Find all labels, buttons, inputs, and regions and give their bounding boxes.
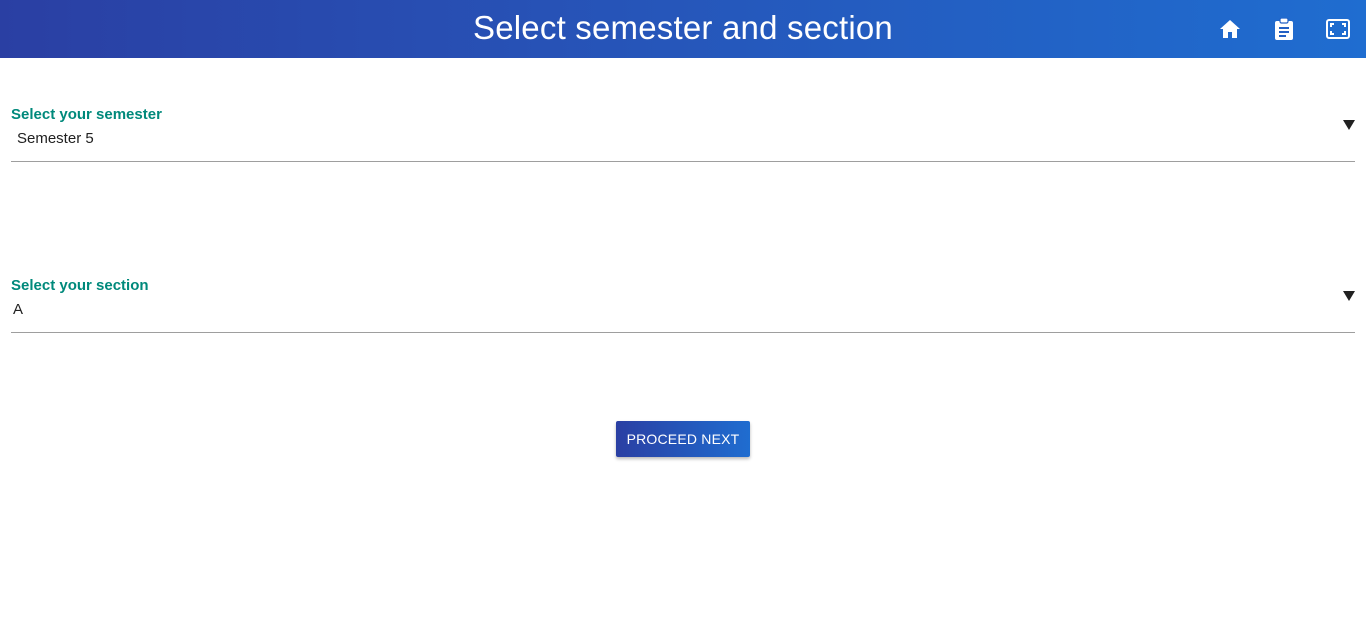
app-header: Select semester and section: [0, 0, 1366, 58]
section-select[interactable]: Select your section A: [11, 277, 1355, 333]
header-toolbar: [1188, 0, 1350, 58]
semester-select[interactable]: Select your semester Semester 5: [11, 106, 1355, 162]
fullscreen-icon[interactable]: [1326, 17, 1350, 41]
chevron-down-icon[interactable]: [1342, 118, 1356, 132]
clipboard-icon[interactable]: [1272, 17, 1296, 41]
chevron-down-icon[interactable]: [1342, 289, 1356, 303]
section-label: Select your section: [11, 277, 149, 294]
semester-value[interactable]: Semester 5: [17, 130, 94, 147]
section-value[interactable]: A: [13, 301, 23, 318]
semester-label: Select your semester: [11, 106, 162, 123]
home-icon[interactable]: [1218, 17, 1242, 41]
proceed-next-button[interactable]: PROCEED NEXT: [616, 421, 750, 457]
page-title: Select semester and section: [473, 9, 893, 46]
